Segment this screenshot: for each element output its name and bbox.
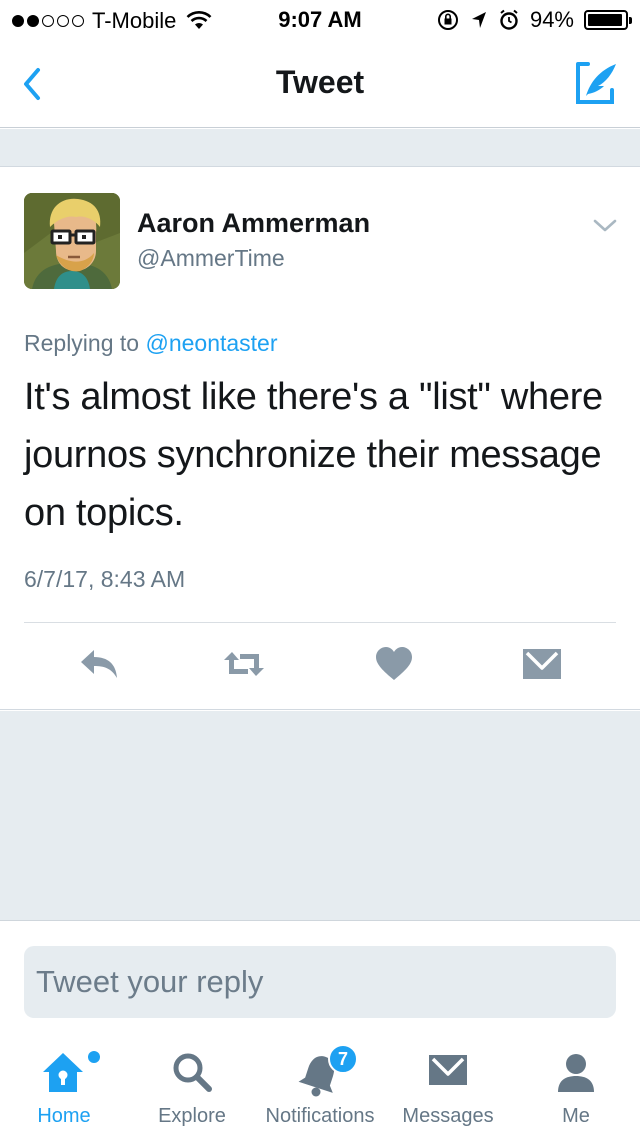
reply-input[interactable] xyxy=(24,946,616,1018)
tab-notifications[interactable]: 7 Notifications xyxy=(256,1034,384,1136)
tweet-timestamp: 6/7/17, 8:43 AM xyxy=(24,566,186,592)
reply-bar xyxy=(0,922,640,1034)
tab-label-notifications: Notifications xyxy=(265,1105,375,1127)
alarm-icon xyxy=(500,9,518,30)
top-separator xyxy=(0,129,640,167)
tab-home[interactable]: Home xyxy=(10,1034,118,1136)
battery-percent: 94% xyxy=(529,7,574,32)
chevron-down-icon[interactable] xyxy=(592,218,618,234)
avatar-illustration xyxy=(24,193,120,289)
tab-me[interactable]: Me xyxy=(534,1034,618,1136)
tweet-author[interactable]: Aaron Ammerman @AmmerTime xyxy=(137,208,370,272)
tab-messages[interactable]: Messages xyxy=(394,1034,502,1136)
envelope-icon xyxy=(429,1055,467,1085)
replying-to: Replying to @neontaster xyxy=(24,330,278,357)
compose-tweet-icon[interactable] xyxy=(572,60,620,106)
empty-area xyxy=(0,711,640,921)
retweet-icon[interactable] xyxy=(222,644,266,684)
tab-bar: Home Explore 7 Notifications Messages Me xyxy=(0,1034,640,1136)
tweet-detail: Aaron Ammerman @AmmerTime Replying to @n… xyxy=(0,168,640,710)
direct-message-icon[interactable] xyxy=(520,644,564,684)
tab-label-explore: Explore xyxy=(158,1105,226,1127)
battery-icon xyxy=(584,10,632,30)
new-content-dot xyxy=(88,1051,100,1063)
page-title: Tweet xyxy=(275,64,365,100)
status-bar: T-Mobile 9:07 AM 94% xyxy=(0,0,640,40)
tweet-text: It's almost like there's a "list" where … xyxy=(24,376,603,534)
home-icon xyxy=(43,1053,83,1092)
like-heart-icon[interactable] xyxy=(372,644,416,684)
tab-label-messages: Messages xyxy=(402,1105,494,1127)
replying-prefix: Replying to xyxy=(24,330,140,356)
author-handle: @AmmerTime xyxy=(137,245,285,271)
replying-mention-link[interactable]: @neontaster xyxy=(145,330,277,356)
search-icon xyxy=(173,1053,212,1092)
notifications-badge: 7 xyxy=(328,1044,358,1074)
reply-icon[interactable] xyxy=(78,644,122,684)
tweet-actions xyxy=(0,644,640,688)
divider xyxy=(24,622,616,623)
status-right: 94% xyxy=(436,7,632,33)
person-icon xyxy=(558,1054,594,1092)
avatar[interactable] xyxy=(24,193,120,289)
navigation-bar: Tweet xyxy=(0,40,640,128)
tab-label-home: Home xyxy=(37,1105,91,1127)
author-name: Aaron Ammerman xyxy=(137,208,371,238)
tab-label-me: Me xyxy=(562,1105,590,1127)
rotation-lock-icon xyxy=(437,10,458,30)
tab-explore[interactable]: Explore xyxy=(140,1034,244,1136)
location-arrow-icon xyxy=(471,12,486,28)
